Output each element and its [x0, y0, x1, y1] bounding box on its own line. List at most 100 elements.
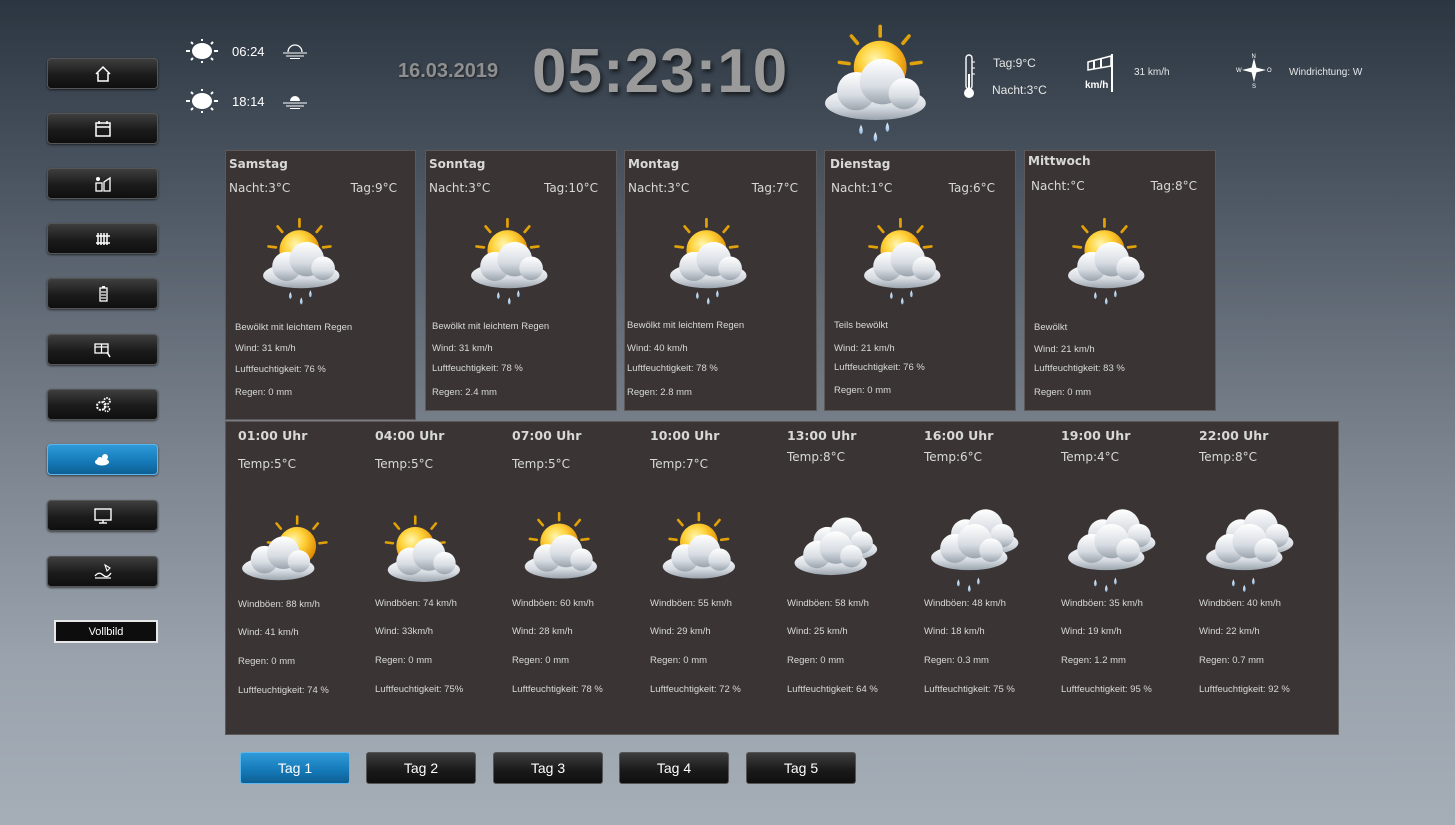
day-day-temp: Tag:9°C	[350, 181, 397, 195]
hour-column: 22:00 Uhr Temp:8°C Windböen: 40 km/h Win…	[1187, 422, 1317, 732]
tab-day-4[interactable]: Tag 4	[619, 752, 729, 784]
fullscreen-button[interactable]: Vollbild	[54, 620, 158, 643]
sun-cloud-icon	[384, 515, 460, 582]
tab-day-2[interactable]: Tag 2	[366, 752, 476, 784]
hour-column: 01:00 Uhr Temp:5°C Windböen: 88 km/h Win…	[226, 422, 356, 732]
thermometer-icon	[964, 54, 975, 98]
svg-text:N: N	[1252, 54, 1256, 60]
monitor-icon	[93, 507, 112, 524]
day-rain: Regen: 2.4 mm	[432, 387, 497, 398]
nav-home-button[interactable]	[47, 58, 158, 89]
hour-wind: Wind: 18 km/h	[924, 626, 985, 637]
day-description: Bewölkt mit leichtem Regen	[432, 321, 550, 332]
day-night-temp: Nacht:3°C	[229, 181, 291, 195]
nav-monitor-button[interactable]	[47, 500, 158, 531]
current-weather-sun-cloud-rain-icon	[825, 24, 926, 142]
hour-temp: Temp:5°C	[512, 457, 571, 471]
day-card: Sonntag Nacht:3°C Tag:10°C Bewölkt mit l…	[425, 150, 617, 411]
hour-time: 13:00 Uhr	[787, 428, 857, 443]
day-day-temp: Tag:8°C	[1150, 179, 1197, 193]
hour-time: 10:00 Uhr	[650, 428, 720, 443]
wind-direction: Windrichtung: W	[1289, 67, 1363, 78]
hour-humidity: Luftfeuchtigkeit: 95 %	[1061, 684, 1152, 695]
hour-wind: Wind: 41 km/h	[238, 627, 299, 638]
nav-radiator-button[interactable]	[47, 223, 158, 254]
sun-cloud-icon	[662, 511, 735, 579]
day-card: Dienstag Nacht:1°C Tag:6°C Teils bewölkt…	[824, 150, 1016, 411]
hour-gusts: Windböen: 48 km/h	[924, 598, 1006, 609]
hour-humidity: Luftfeuchtigkeit: 75%	[375, 684, 464, 695]
tab-day-1[interactable]: Tag 1	[240, 752, 350, 784]
hour-temp: Temp:8°C	[1199, 450, 1258, 464]
home-icon	[94, 65, 111, 82]
gears-icon	[95, 396, 111, 412]
hour-gusts: Windböen: 74 km/h	[375, 598, 457, 609]
building-icon	[94, 176, 111, 192]
hour-time: 01:00 Uhr	[238, 428, 308, 443]
hour-rain: Regen: 0.7 mm	[1199, 655, 1264, 666]
tab-day-3[interactable]: Tag 3	[493, 752, 603, 784]
day-rain: Regen: 0 mm	[834, 385, 892, 396]
tab-day-5[interactable]: Tag 5	[746, 752, 856, 784]
day-card: Samstag Nacht:3°C Tag:9°C Bewölkt mit le…	[225, 150, 416, 420]
day-day-temp: Tag:6°C	[948, 181, 995, 195]
day-name: Montag	[628, 157, 680, 171]
sun-cloud-rain-icon	[263, 217, 340, 305]
day-night-temp: Nacht:3°C	[628, 181, 690, 195]
hour-rain: Regen: 1.2 mm	[1061, 655, 1126, 666]
clouds-rain-icon	[1206, 509, 1294, 592]
day-rain: Regen: 0 mm	[235, 387, 293, 398]
day-card: Montag Nacht:3°C Tag:7°C Bewölkt mit lei…	[624, 150, 817, 411]
day-wind: Wind: 31 km/h	[432, 343, 493, 354]
nav-window-button[interactable]	[47, 334, 158, 365]
hour-time: 19:00 Uhr	[1061, 428, 1131, 443]
clouds-rain-icon	[1068, 509, 1156, 592]
day-card: Mittwoch Nacht:°C Tag:8°C Bewölkt Wind: …	[1024, 150, 1216, 411]
hour-rain: Regen: 0 mm	[787, 655, 845, 666]
day-wind: Wind: 40 km/h	[627, 343, 688, 354]
hour-time: 07:00 Uhr	[512, 428, 582, 443]
current-temp-day: Tag:9°C	[993, 56, 1036, 70]
sunrise-horizon-icon	[283, 44, 307, 59]
hour-rain: Regen: 0 mm	[650, 655, 708, 666]
hour-wind: Wind: 22 km/h	[1199, 626, 1260, 637]
nav-battery-button[interactable]	[47, 278, 158, 309]
nav-calendar-button[interactable]	[47, 113, 158, 144]
weather-icon	[94, 453, 109, 465]
hour-rain: Regen: 0 mm	[512, 655, 570, 666]
day-rain: Regen: 2.8 mm	[627, 387, 692, 398]
hour-humidity: Luftfeuchtigkeit: 75 %	[924, 684, 1015, 695]
hour-time: 16:00 Uhr	[924, 428, 994, 443]
current-clock: 05:23:10	[532, 37, 789, 106]
hour-wind: Wind: 19 km/h	[1061, 626, 1122, 637]
hour-wind: Wind: 29 km/h	[650, 626, 711, 637]
day-name: Mittwoch	[1028, 154, 1091, 168]
nav-building-button[interactable]	[47, 168, 158, 199]
day-name: Samstag	[229, 157, 288, 171]
hour-gusts: Windböen: 88 km/h	[238, 599, 320, 610]
sun-cloud-rain-icon	[670, 217, 747, 305]
hour-gusts: Windböen: 55 km/h	[650, 598, 732, 609]
hour-temp: Temp:4°C	[1061, 450, 1120, 464]
hour-temp: Temp:6°C	[924, 450, 983, 464]
sunset-row: 18:14	[184, 89, 308, 113]
current-temp-night: Nacht:3°C	[992, 83, 1047, 97]
nav-chart-button[interactable]	[47, 556, 158, 587]
clouds-rain-icon	[931, 509, 1019, 592]
hour-column: 16:00 Uhr Temp:6°C Windböen: 48 km/h Win…	[912, 422, 1042, 732]
chart-icon	[93, 563, 112, 579]
day-description: Teils bewölkt	[834, 320, 888, 331]
sunset-horizon-icon	[283, 96, 307, 109]
nav-weather-button[interactable]	[47, 444, 158, 475]
day-description: Bewölkt mit leichtem Regen	[627, 320, 745, 331]
day-name: Sonntag	[429, 157, 486, 171]
sunset-sun-icon	[186, 89, 218, 113]
day-wind: Wind: 31 km/h	[235, 343, 296, 354]
day-day-temp: Tag:7°C	[751, 181, 798, 195]
hour-rain: Regen: 0.3 mm	[924, 655, 989, 666]
hour-column: 13:00 Uhr Temp:8°C Windböen: 58 km/h Win…	[775, 422, 905, 732]
hour-humidity: Luftfeuchtigkeit: 92 %	[1199, 684, 1290, 695]
hour-temp: Temp:5°C	[238, 457, 297, 471]
nav-settings-button[interactable]	[47, 389, 158, 420]
sunrise-row: 06:24	[184, 39, 308, 63]
